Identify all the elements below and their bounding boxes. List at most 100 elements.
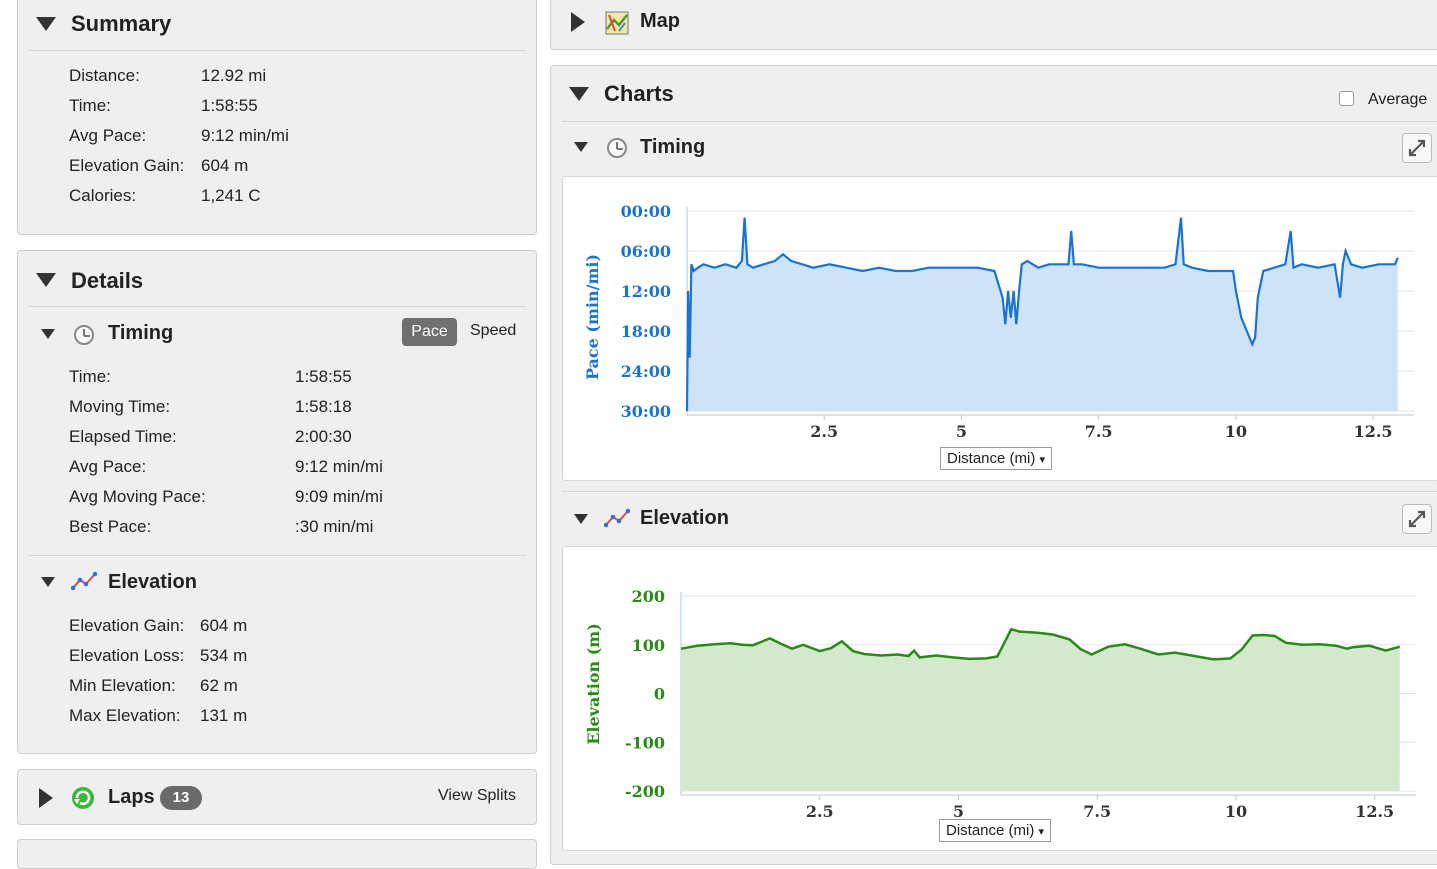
elevation-chart-icon (603, 508, 631, 533)
charts-divider (562, 121, 1437, 122)
details-panel: Details Timing Pace Speed Time: 1:58:55 Mo… (17, 250, 537, 754)
map-panel: Map (550, 0, 1437, 50)
clock-icon (607, 138, 627, 158)
stat-value: 534 m (200, 646, 248, 665)
dropdown-arrow-icon: ▾ (1038, 826, 1045, 838)
dropdown-label: Distance (mi) (947, 450, 1036, 467)
laps-panel: Laps 13 View Splits (17, 769, 537, 825)
stat-value: :30 min/mi (295, 517, 374, 536)
details-collapse-icon[interactable] (36, 273, 56, 287)
pace-y-axis-label: Pace (min/mi) (583, 254, 602, 380)
stat-label: Time: (69, 367, 111, 386)
stat-value: 9:12 min/mi (295, 457, 383, 476)
stat-label: Min Elevation: (69, 676, 176, 695)
stat-value: 1,241 C (201, 186, 261, 205)
next-panel (17, 839, 537, 869)
summary-divider (29, 50, 526, 51)
dropdown-label: Distance (mi) (946, 822, 1035, 839)
summary-collapse-icon[interactable] (36, 17, 56, 31)
elevation-x-tick-label: 12.5 (1355, 802, 1394, 821)
elevation-x-tick-label: 7.5 (1083, 802, 1111, 821)
stat-value: 604 m (201, 156, 249, 175)
stat-label: Best Pace: (69, 517, 152, 536)
laps-count-badge: 13 (160, 786, 202, 810)
stat-value: 9:12 min/mi (201, 126, 289, 145)
map-title: Map (640, 10, 680, 32)
elevation-x-axis-dropdown[interactable]: Distance (mi) ▾ (939, 819, 1052, 842)
expand-elevation-chart-button[interactable] (1402, 504, 1432, 534)
view-splits-link[interactable]: View Splits (438, 787, 516, 805)
stat-value: 1:58:55 (295, 367, 352, 386)
laps-expand-icon[interactable] (39, 788, 53, 808)
map-expand-icon[interactable] (571, 12, 585, 32)
pace-x-tick-label: 12.5 (1354, 422, 1393, 441)
stat-label: Avg Pace: (69, 457, 147, 476)
timing-chart-collapse-icon[interactable] (574, 142, 588, 152)
elevation-y-tick-label: 0 (654, 685, 665, 704)
pace-y-tick-label: 00:00 (621, 202, 671, 221)
timing-chart-divider (562, 491, 1437, 492)
average-checkbox[interactable] (1339, 91, 1354, 106)
elevation-y-tick-label: -200 (625, 782, 665, 801)
stat-value: 2:00:30 (295, 427, 352, 446)
stat-value: 12.92 mi (201, 66, 267, 85)
elevation-area (681, 629, 1400, 791)
elevation-y-tick-label: 100 (632, 636, 665, 655)
stat-label: Elapsed Time: (69, 427, 177, 446)
pace-toggle-button[interactable]: Pace (402, 318, 457, 346)
elevation-x-tick-label: 10 (1225, 802, 1247, 821)
charts-title: Charts (604, 81, 674, 106)
elevation-chart-svg: 2001000-100-200 2.5 5 7.5 10 12.5 Elevation … (584, 587, 1416, 821)
pace-x-tick-label: 5 (956, 422, 967, 441)
pace-y-tick-label: 06:00 (621, 242, 671, 261)
stat-value: 9:09 min/mi (295, 487, 383, 506)
speed-toggle-button[interactable]: Speed (470, 322, 516, 340)
stat-label: Distance: (69, 66, 140, 85)
average-label: Average (1368, 91, 1428, 108)
elevation-collapse-icon[interactable] (41, 577, 55, 587)
stat-label: Avg Moving Pace: (69, 487, 206, 506)
elevation-chart-collapse-icon[interactable] (574, 514, 588, 524)
stat-value: 604 m (200, 616, 248, 635)
stat-label: Calories: (69, 186, 137, 205)
pace-y-tick-label: 12:00 (621, 282, 671, 301)
timing-x-axis-dropdown[interactable]: Distance (mi) ▾ (940, 447, 1053, 470)
stat-label: Elevation Gain: (69, 616, 185, 635)
stat-label: Max Elevation: (69, 706, 181, 725)
summary-title: Summary (71, 11, 172, 36)
elevation-y-axis-label: Elevation (m) (584, 623, 603, 745)
stat-value: 1:58:55 (201, 96, 258, 115)
elevation-section-title: Elevation (108, 571, 197, 593)
stat-value: 131 m (200, 706, 248, 725)
laps-refresh-icon (71, 786, 95, 815)
pace-x-tick-label: 7.5 (1085, 422, 1113, 441)
laps-title: Laps (108, 786, 155, 808)
stat-label: Avg Pace: (69, 126, 147, 145)
elevation-chart-title: Elevation (640, 507, 729, 529)
pace-chart-svg: 00:00 06:00 12:00 18:00 24:00 30:00 2.5 5 7.5 10… (583, 202, 1414, 441)
map-icon (605, 11, 629, 40)
timing-chart-title: Timing (640, 136, 706, 158)
clock-icon (74, 325, 94, 345)
stat-label: Elevation Loss: (69, 646, 185, 665)
elevation-y-tick-label: 200 (632, 587, 665, 606)
pace-y-tick-label: 18:00 (621, 322, 671, 341)
pace-x-tick-label: 2.5 (810, 422, 838, 441)
stat-value: 1:58:18 (295, 397, 352, 416)
timing-section-title: Timing (108, 322, 174, 344)
elevation-y-tick-label: -100 (625, 733, 665, 752)
pace-x-tick-label: 10 (1225, 422, 1247, 441)
timing-collapse-icon[interactable] (41, 329, 55, 339)
stat-label: Moving Time: (69, 397, 171, 416)
stat-label: Time: (69, 96, 111, 115)
expand-timing-chart-button[interactable] (1402, 133, 1432, 163)
dropdown-arrow-icon: ▾ (1039, 454, 1046, 466)
pace-y-tick-label: 24:00 (621, 362, 671, 381)
stat-value: 62 m (200, 676, 238, 695)
details-divider (29, 306, 526, 307)
summary-panel: Summary Distance: 12.92 mi Time: 1:58:55 Avg… (17, 0, 537, 235)
timing-chart: 00:00 06:00 12:00 18:00 24:00 30:00 2.5 5 7.5 10… (562, 176, 1437, 481)
charts-collapse-icon[interactable] (569, 87, 589, 101)
details-title: Details (71, 268, 144, 293)
elevation-chart-icon (70, 571, 98, 596)
